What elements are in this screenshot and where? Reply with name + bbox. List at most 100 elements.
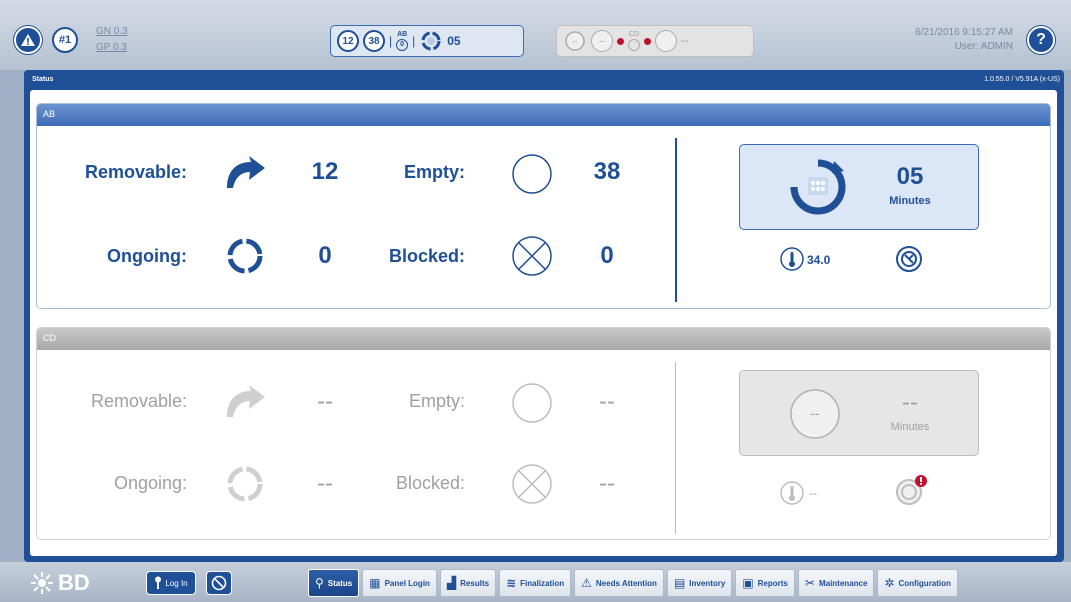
tab-panel-login[interactable]: ▦ Panel Login [362, 569, 437, 597]
cd-tag: CD [628, 31, 640, 38]
instrument-button[interactable]: #1 [52, 27, 78, 53]
thermometer-icon [780, 247, 804, 271]
tab-needs-attention[interactable]: ⚠ Needs Attention [574, 569, 664, 597]
thermometer-icon [780, 481, 804, 505]
gp-link[interactable]: GP 0.3 [96, 40, 128, 56]
ongoing-cycle-icon [227, 466, 263, 502]
tab-inventory[interactable]: ▤ Inventory [666, 569, 733, 597]
removable-arrow-icon [227, 156, 265, 188]
cancel-button[interactable] [206, 571, 232, 595]
ab-tag: AB [397, 31, 408, 38]
help-button[interactable]: ? [1027, 26, 1055, 54]
blocked-label: Blocked: [395, 473, 465, 493]
timer-unit: Minutes [889, 195, 931, 207]
blocked-x-icon [512, 236, 552, 276]
tab-label: Status [327, 578, 353, 588]
tab-label: Needs Attention [595, 578, 657, 588]
removable-summary-value: 12 [342, 35, 354, 47]
tab-label: Reports [757, 578, 788, 588]
blocked-value: 0 [600, 242, 614, 269]
tab-maintenance[interactable]: ✂ Maintenance [797, 569, 875, 597]
datetime-user: 6/21/2016 9:15:27 AM User: ADMIN [915, 26, 1013, 54]
ab-panel-header: AB [37, 104, 1050, 126]
gn-gp-info[interactable]: GN 0.3 GP 0.3 [96, 24, 128, 56]
bd-logo: BD [30, 570, 90, 596]
cd-summary-bar[interactable]: -- -- CD -- [556, 25, 754, 57]
bd-logo-text: BD [58, 570, 90, 595]
alert-dot-icon [617, 37, 624, 45]
ongoing-label: Ongoing: [113, 473, 187, 493]
warning-triangle-icon [21, 34, 35, 46]
tray-settings-icon[interactable] [895, 245, 923, 273]
cd-summary-circle: -- [591, 30, 613, 52]
blocked-x-icon [512, 464, 552, 504]
help-icon: ? [1036, 31, 1046, 48]
ab-summary-bar[interactable]: 12 38 | AB 0 | 05 [330, 25, 524, 57]
bottom-bar: BD Log In ⚲ Status ▦ Panel Login ▟ Resul… [0, 562, 1071, 602]
ongoing-label: Ongoing: [107, 246, 187, 266]
incubation-cycle-inactive-icon: -- [565, 31, 585, 51]
login-button[interactable]: Log In [146, 571, 196, 595]
gn-link[interactable]: GN 0.3 [96, 24, 128, 40]
login-label: Log In [165, 578, 188, 588]
cd-mini-circle [628, 39, 640, 51]
inventory-icon: ▤ [673, 576, 686, 590]
empty-value: -- [599, 388, 615, 415]
maintenance-icon: ✂ [804, 576, 815, 590]
empty-circle-icon [512, 383, 552, 423]
removable-summary-badge: 12 [337, 30, 359, 52]
sunburst-logo-icon [31, 572, 53, 594]
cd-timer-box[interactable]: -- -- Minutes [739, 370, 979, 456]
timer-circle-value: -- [810, 405, 820, 421]
ab-blocked-summary: AB 0 [396, 31, 409, 51]
timer-value: 05 [896, 163, 924, 190]
status-content: AB Removable: 12 Empty: 38 Ongoing: 0 Bl… [30, 90, 1057, 556]
tab-reports[interactable]: ▣ Reports [735, 569, 795, 597]
empty-summary-value: 38 [368, 35, 380, 47]
separator: | [412, 34, 416, 48]
ongoing-cycle-icon [227, 238, 263, 274]
status-frame: Status 1.0.55.0 / V5.91A (x-US) AB Remov… [24, 70, 1064, 562]
cd-divider [675, 362, 676, 534]
user-label: User: ADMIN [954, 41, 1013, 52]
tab-label: Finalization [520, 578, 565, 588]
ab-divider [675, 138, 677, 302]
results-icon: ▟ [446, 576, 457, 590]
tab-results[interactable]: ▟ Results [439, 569, 497, 597]
removable-arrow-icon [227, 385, 265, 417]
tab-label: Configuration [898, 578, 951, 588]
tab-status[interactable]: ⚲ Status [308, 569, 360, 597]
cancel-icon [211, 575, 227, 591]
ab-timer-box[interactable]: 05 Minutes [739, 144, 979, 230]
top-bar: #1 GN 0.3 GP 0.3 12 38 | AB 0 | 05 -- --… [0, 0, 1071, 70]
minutes-summary-value: 05 [447, 34, 461, 48]
status-icon: ⚲ [315, 576, 324, 590]
cd-panel: CD Removable: -- Empty: -- Ongoing: -- B… [36, 327, 1051, 540]
empty-summary-badge: 38 [363, 30, 385, 52]
timer-value: -- [902, 389, 918, 416]
datetime-label: 6/21/2016 9:15:27 AM [915, 27, 1013, 38]
temperature-value: 34.0 [807, 253, 831, 267]
tab-configuration[interactable]: ✲ Configuration [877, 569, 958, 597]
needs-attention-icon: ⚠ [581, 576, 592, 590]
tab-finalization[interactable]: ≋ Finalization [499, 569, 572, 597]
configuration-icon: ✲ [884, 576, 895, 590]
cd-summary-circle-value: -- [599, 36, 605, 46]
removable-label: Removable: [84, 162, 187, 182]
temperature-value: -- [809, 486, 817, 500]
alert-button[interactable] [14, 26, 42, 54]
incubation-cycle-icon [421, 31, 441, 51]
svg-text:--: -- [572, 37, 578, 46]
empty-circle-icon [512, 154, 552, 194]
ab-panel: AB Removable: 12 Empty: 38 Ongoing: 0 Bl… [36, 103, 1051, 309]
reports-icon: ▣ [742, 576, 754, 590]
cd-tag-group: CD [628, 31, 640, 51]
tray-settings-icon[interactable] [895, 474, 929, 506]
incubation-cycle-icon [790, 159, 846, 215]
tab-label: Panel Login [384, 578, 430, 588]
empty-label: Empty: [403, 162, 465, 182]
timer-unit: Minutes [890, 421, 930, 433]
alert-dot-icon [644, 37, 651, 45]
blocked-label: Blocked: [388, 246, 465, 266]
empty-value: 38 [593, 158, 621, 185]
